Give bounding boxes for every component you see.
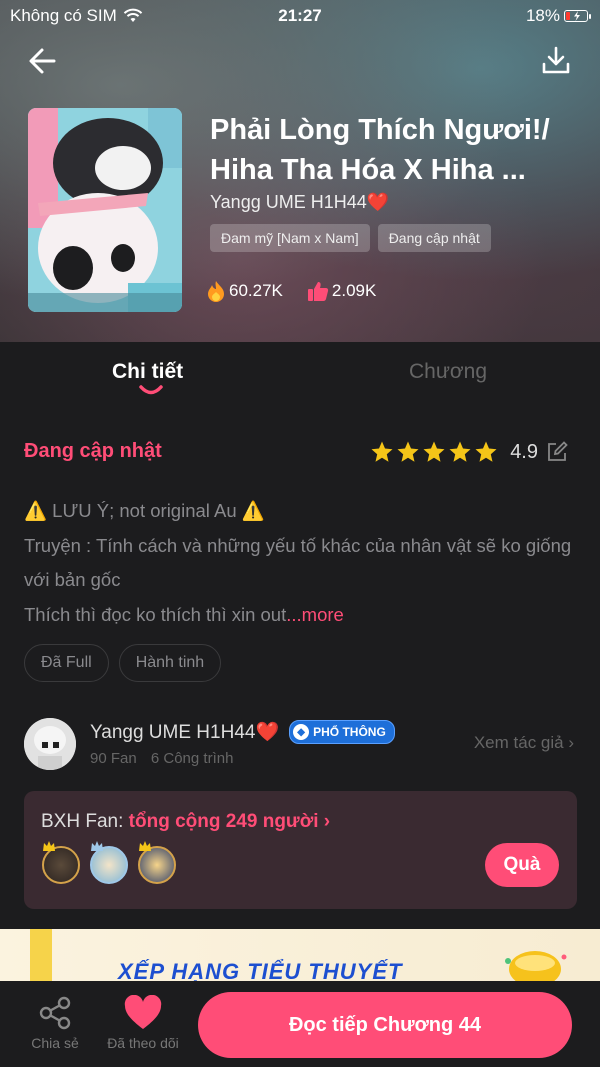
likes-count: 2.09K xyxy=(331,281,377,300)
status-bar: Không có SIM 21:27 18% xyxy=(0,0,600,34)
badge-icon: ◆ xyxy=(293,724,310,740)
share-label: Chia sẻ xyxy=(31,1035,79,1051)
view-author-link[interactable]: Xem tác giả › xyxy=(474,733,574,753)
share-button[interactable]: Chia sẻ xyxy=(15,995,95,1051)
star-icon xyxy=(423,441,445,462)
author-badge-label: PHỔ THÔNG xyxy=(313,725,386,739)
book-chips: Đã Full Hành tinh xyxy=(24,644,222,682)
promo-banner[interactable]: XẾP HẠNG TIỂU THUYẾT xyxy=(0,929,600,981)
author-meta: 90 Fan 6 Công trình xyxy=(90,750,243,767)
avatar-illustration xyxy=(24,718,76,770)
update-status: Đang cập nhật xyxy=(24,440,162,462)
views-count: 60.27K xyxy=(229,281,283,300)
author-name-row[interactable]: Yangg UME H1H44❤️ ◆ PHỔ THÔNG xyxy=(90,720,395,744)
gift-button[interactable]: Quà xyxy=(485,843,559,887)
crown-icon xyxy=(91,841,103,851)
battery-icon xyxy=(564,10,591,22)
fan-avatars xyxy=(42,841,176,884)
rating[interactable]: 4.9 xyxy=(370,440,568,464)
follow-button[interactable]: Đã theo dõi xyxy=(103,995,183,1051)
description-line-2-text: Thích thì đọc ko thích thì xin out xyxy=(24,603,287,625)
fan-ranking-card[interactable]: BXH Fan: tổng cộng 249 người › Quà xyxy=(24,791,577,909)
description-line-2: Thích thì đọc ko thích thì xin out...mor… xyxy=(24,598,576,633)
tab-detail[interactable]: Chi tiết xyxy=(112,360,183,384)
book-tags: Đam mỹ [Nam x Nam] Đang cập nhật xyxy=(210,224,491,252)
status-battery: 18% xyxy=(525,6,591,26)
book-title: Phải Lòng Thích Ngươi!/ Hiha Tha Hóa X H… xyxy=(210,114,550,186)
active-tab-indicator xyxy=(139,385,163,395)
author-avatar[interactable] xyxy=(24,718,76,770)
views-stat: 60.27K xyxy=(206,280,283,302)
tag-status[interactable]: Đang cập nhật xyxy=(377,224,491,252)
fan-avatar[interactable] xyxy=(138,841,176,884)
star-icon xyxy=(371,441,393,462)
back-button[interactable] xyxy=(26,44,60,78)
battery-percent: 18% xyxy=(525,6,560,25)
chip-full[interactable]: Đã Full xyxy=(24,644,109,682)
cover-illustration xyxy=(28,108,182,312)
chip-planet[interactable]: Hành tinh xyxy=(118,644,222,682)
download-button[interactable] xyxy=(540,44,572,76)
author-badge: ◆ PHỔ THÔNG xyxy=(289,720,395,744)
fan-avatar[interactable] xyxy=(42,841,80,884)
author-fans: 90 Fan xyxy=(90,750,137,767)
bottom-action-bar: Chia sẻ Đã theo dõi Đọc tiếp Chương 44 xyxy=(0,981,600,1067)
fan-ranking-title: BXH Fan: tổng cộng 249 người › xyxy=(41,811,330,833)
fire-icon xyxy=(208,281,224,302)
likes-stat: 2.09K xyxy=(307,280,376,302)
fan-ranking-total[interactable]: tổng cộng 249 người › xyxy=(129,811,330,832)
status-time: 21:27 xyxy=(278,6,322,25)
tag-genre[interactable]: Đam mỹ [Nam x Nam] xyxy=(210,224,370,252)
follow-label: Đã theo dõi xyxy=(107,1035,179,1051)
book-author[interactable]: Yangg UME H1H44❤️ xyxy=(210,192,389,213)
fan-avatar[interactable] xyxy=(90,841,128,884)
arrow-left-icon xyxy=(29,48,56,74)
description-warning: ⚠️ LƯU Ý; not original Au ⚠️ xyxy=(24,500,265,521)
book-header: Không có SIM 21:27 18% Phải Lòng Thích N… xyxy=(0,0,600,342)
fan-ranking-label: BXH Fan: xyxy=(41,811,129,832)
tab-bar: Chi tiết Chương xyxy=(0,342,600,412)
book-cover[interactable] xyxy=(28,108,182,312)
continue-reading-button[interactable]: Đọc tiếp Chương 44 xyxy=(198,992,572,1058)
description-line-1: Truyện : Tính cách và những yếu tố khác … xyxy=(24,534,572,591)
heart-icon xyxy=(124,995,162,1029)
share-icon xyxy=(39,996,71,1030)
trophy-icon xyxy=(505,951,567,981)
edit-icon[interactable] xyxy=(546,441,568,463)
star-icon xyxy=(397,441,419,462)
download-icon xyxy=(542,46,570,74)
star-icon xyxy=(475,441,497,462)
thumbs-up-icon xyxy=(307,282,329,301)
crown-icon xyxy=(139,841,151,851)
crown-icon xyxy=(43,841,55,851)
book-stats: 60.27K 2.09K xyxy=(206,280,376,302)
more-link[interactable]: ...more xyxy=(286,604,344,625)
rating-value: 4.9 xyxy=(510,440,538,463)
author-works: 6 Công trình xyxy=(150,750,234,767)
author-name: Yangg UME H1H44❤️ xyxy=(90,722,280,743)
tab-chapters[interactable]: Chương xyxy=(409,360,487,384)
banner-text: XẾP HẠNG TIỂU THUYẾT xyxy=(118,959,403,981)
banner-stripe xyxy=(30,929,52,981)
book-description[interactable]: ⚠️ LƯU Ý; not original Au ⚠️ Truyện : Tí… xyxy=(24,494,576,632)
star-icon xyxy=(449,441,471,462)
